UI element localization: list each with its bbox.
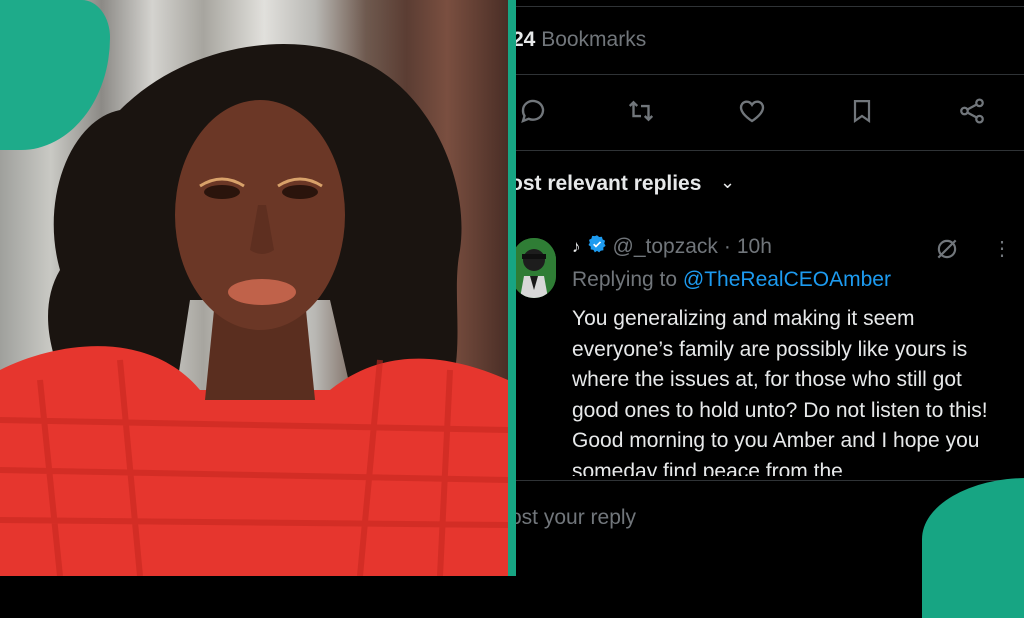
tweet-panel: 24 Bookmarks ost relevant replies ⌄ ♪ @_… xyxy=(516,0,1024,576)
reply-icon[interactable] xyxy=(516,94,550,128)
replying-to-label: Replying to xyxy=(572,268,678,291)
reply-divider xyxy=(516,480,1024,481)
bookmarks-label: Bookmarks xyxy=(535,28,647,51)
repost-icon[interactable] xyxy=(624,94,658,128)
stats-divider xyxy=(516,74,1024,75)
like-icon[interactable] xyxy=(735,94,769,128)
bookmarks-stat[interactable]: 24 Bookmarks xyxy=(516,28,646,52)
bookmarks-count: 24 xyxy=(516,28,536,51)
verified-badge-icon xyxy=(587,234,607,260)
reply-input[interactable]: ost your reply xyxy=(516,506,636,530)
avatar[interactable] xyxy=(516,238,556,298)
replying-to-handle[interactable]: @TheRealCEOAmber xyxy=(683,268,891,291)
more-options-icon[interactable]: ⋮ xyxy=(992,236,1012,261)
music-note-icon: ♪ xyxy=(572,237,581,256)
bookmark-icon[interactable] xyxy=(845,94,879,128)
top-divider xyxy=(516,6,1024,7)
reply-meta: ♪ @_topzack · 10h xyxy=(572,234,772,260)
share-icon[interactable] xyxy=(955,94,989,128)
panel-divider xyxy=(508,0,516,576)
replies-sort-label[interactable]: ost relevant replies xyxy=(516,172,701,196)
reply-time[interactable]: 10h xyxy=(737,235,772,259)
reply-text: You generalizing and making it seem ever… xyxy=(572,307,988,476)
chevron-down-icon[interactable]: ⌄ xyxy=(720,172,735,193)
grok-icon[interactable] xyxy=(934,236,960,267)
replying-to: Replying to @TheRealCEOAmber xyxy=(572,268,891,292)
meta-separator: · xyxy=(723,235,731,258)
reply-handle[interactable]: @_topzack xyxy=(613,235,718,259)
actions-divider xyxy=(516,150,1024,151)
portrait-photo xyxy=(0,0,508,576)
tweet-actions xyxy=(516,94,1024,130)
